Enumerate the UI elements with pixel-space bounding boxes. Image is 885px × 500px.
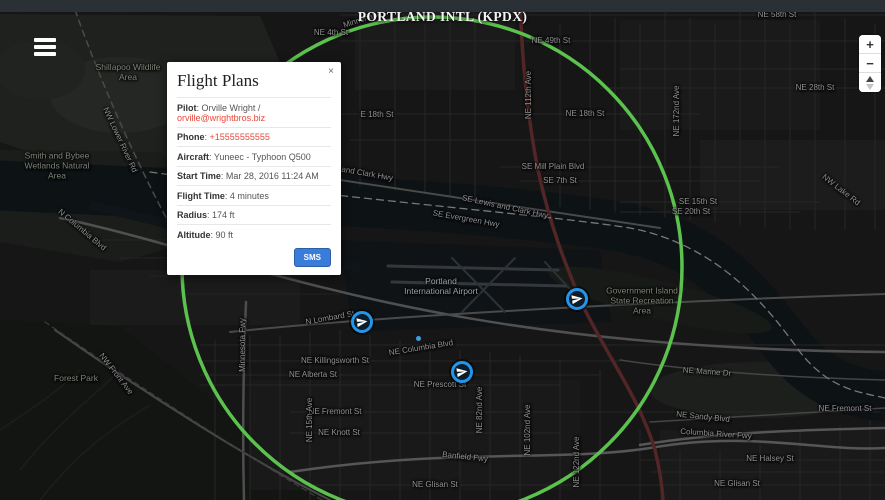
flight-plan-field: Pilot: Orville Wright / orville@wrightbr… [177, 97, 331, 127]
flight-plan-field: Phone: +15555555555 [177, 126, 331, 147]
flight-plan-field: Radius: 174 ft [177, 204, 331, 225]
paper-plane-icon [356, 318, 368, 328]
field-link[interactable]: +15555555555 [210, 132, 270, 142]
paper-plane-icon [571, 295, 583, 305]
field-label: Pilot [177, 102, 197, 113]
hamburger-icon [34, 52, 56, 56]
flight-plan-field: Altitude: 90 ft [177, 224, 331, 244]
compass-icon [866, 76, 874, 90]
flight-marker[interactable] [351, 311, 373, 333]
flight-plan-field: Flight Time: 4 minutes [177, 185, 331, 205]
zoom-in-button[interactable]: + [859, 35, 881, 54]
flight-marker[interactable] [566, 288, 588, 310]
hamburger-icon [34, 45, 56, 49]
compass-button[interactable] [859, 73, 881, 92]
sms-button[interactable]: SMS [293, 247, 331, 267]
map-zoom-controls: + − [859, 35, 881, 92]
field-label: Aircraft [177, 151, 210, 162]
field-label: Start Time [177, 171, 221, 181]
close-icon[interactable]: × [328, 67, 334, 77]
flight-plan-field: Start Time: Mar 28, 2016 11:24 AM [177, 165, 331, 186]
flight-plan-field: Aircraft: Yuneec - Typhoon Q500 [177, 146, 331, 166]
hamburger-icon [34, 38, 56, 42]
menu-button[interactable] [34, 38, 58, 58]
field-label: Phone [177, 132, 205, 142]
paper-plane-icon [456, 368, 468, 378]
field-link[interactable]: orville@wrightbros.biz [177, 113, 265, 123]
flight-radius-layer [180, 15, 684, 500]
popup-title: Flight Plans [177, 71, 259, 90]
field-label: Radius [177, 210, 208, 220]
field-label: Altitude [177, 229, 211, 240]
flight-marker[interactable] [451, 361, 473, 383]
zoom-out-button[interactable]: − [859, 54, 881, 73]
map-canvas[interactable]: Shillapoo Wildlife Area Smith and Bybee W… [0, 0, 885, 500]
airport-title: PORTLAND INTL (KPDX) [357, 9, 528, 24]
field-label: Flight Time [177, 190, 225, 201]
flight-plan-popup: Flight Plans × Pilot: Orville Wright / o… [167, 62, 341, 275]
popup-fields: Pilot: Orville Wright / orville@wrightbr… [177, 97, 331, 244]
